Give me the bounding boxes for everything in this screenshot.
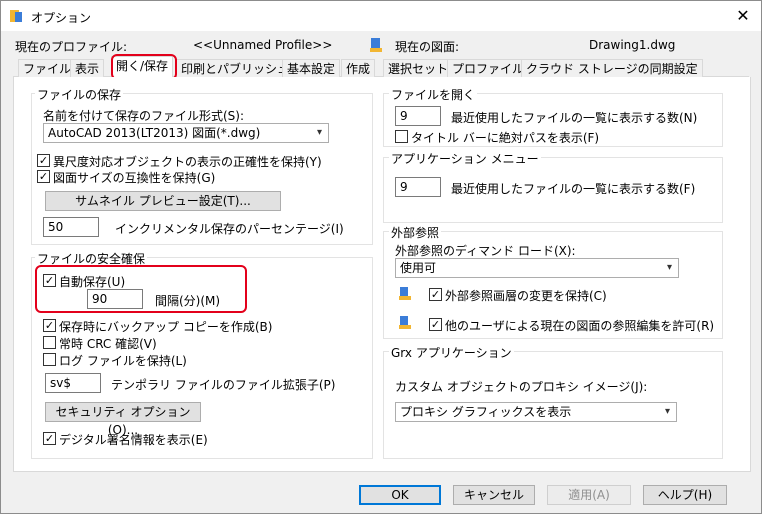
annotative-label: 異尺度対応オブジェクトの表示の正確性を保持(Y): [53, 155, 322, 169]
grx-title: Grx アプリケーション: [389, 344, 514, 361]
xref-layer-checkbox[interactable]: ✓: [429, 288, 442, 301]
tab-plot-publish[interactable]: 印刷とパブリッシュ: [176, 59, 295, 78]
drawing-label: 現在の図面:: [395, 40, 460, 54]
size-compat-checkbox[interactable]: ✓: [37, 170, 50, 183]
full-path-checkbox[interactable]: [395, 130, 408, 143]
profile-value: <<Unnamed Profile>>: [193, 38, 333, 52]
autosave-checkbox[interactable]: ✓: [43, 274, 56, 287]
full-path-label: タイトル バーに絶対パスを表示(F): [411, 131, 600, 145]
chevron-down-icon: ▾: [664, 406, 670, 417]
backup-label: 保存時にバックアップ コピーを作成(B): [59, 320, 273, 334]
drawing-value: Drawing1.dwg: [589, 38, 676, 52]
temp-extension-label: テンポラリ ファイルのファイル拡張子(P): [111, 378, 336, 392]
log-file-checkbox[interactable]: [43, 353, 56, 366]
save-format-select[interactable]: AutoCAD 2013(LT2013) 図面(*.dwg) ▾: [43, 123, 329, 143]
xref-demand-value: 使用可: [400, 261, 437, 275]
xref-layer-label: 外部参照画層の変更を保持(C): [445, 289, 607, 303]
autosave-interval-label: 間隔(分)(M): [155, 294, 221, 308]
chevron-down-icon: ▾: [666, 262, 672, 273]
recent-files-label: 最近使用したファイルの一覧に表示する数(N): [451, 111, 698, 125]
profile-label: 現在のプロファイル:: [15, 40, 128, 54]
digital-signature-label: デジタル署名情報を表示(E): [59, 433, 208, 447]
thumbnail-settings-button[interactable]: サムネイル プレビュー設定(T)...: [45, 191, 281, 211]
app-menu-recent-input[interactable]: 9: [395, 177, 441, 197]
xref-demand-label: 外部参照のディマンド ロード(X):: [395, 244, 576, 258]
crc-label: 常時 CRC 確認(V): [59, 337, 157, 351]
ok-button[interactable]: OK: [359, 485, 441, 505]
xref-edit-checkbox[interactable]: ✓: [429, 318, 442, 331]
chevron-down-icon: ▾: [316, 127, 322, 138]
help-button[interactable]: ヘルプ(H): [643, 485, 727, 505]
xref-demand-select[interactable]: 使用可 ▾: [395, 258, 679, 278]
autosave-interval-input[interactable]: 90: [87, 289, 143, 309]
proxy-image-select[interactable]: プロキシ グラフィックスを表示 ▾: [395, 402, 677, 422]
tab-selection[interactable]: 選択セット: [383, 59, 454, 78]
cancel-button[interactable]: キャンセル: [453, 485, 535, 505]
title-bar: オプション ✕: [1, 1, 761, 31]
xref-edit-label: 他のユーザによる現在の図面の参照編集を許可(R): [445, 319, 715, 333]
save-format-label: 名前を付けて保存のファイル形式(S):: [43, 109, 245, 123]
temp-extension-input[interactable]: sv$: [45, 373, 101, 393]
window-title: オプション: [31, 11, 92, 25]
autosave-label: 自動保存(U): [59, 275, 126, 289]
xref-title: 外部参照: [389, 224, 442, 241]
security-options-button[interactable]: セキュリティ オプション(O)...: [45, 402, 201, 437]
crc-checkbox[interactable]: [43, 336, 56, 349]
drawing-icon: [370, 38, 382, 52]
app-icon: [10, 10, 22, 22]
digital-signature-checkbox[interactable]: ✓: [43, 432, 56, 445]
backup-checkbox[interactable]: ✓: [43, 319, 56, 332]
app-menu-title: アプリケーション メニュー: [389, 150, 541, 167]
log-file-label: ログ ファイルを保持(L): [59, 354, 187, 368]
file-save-title: ファイルの保存: [35, 86, 124, 103]
incremental-save-input[interactable]: 50: [43, 217, 99, 237]
size-compat-label: 図面サイズの互換性を保持(G): [53, 171, 216, 185]
tab-files[interactable]: ファイル: [18, 59, 77, 78]
incremental-save-label: インクリメンタル保存のパーセンテージ(I): [115, 222, 344, 236]
drawing-setting-icon: [399, 287, 411, 300]
close-icon[interactable]: ✕: [729, 5, 757, 27]
tab-display[interactable]: 表示: [70, 59, 105, 78]
recent-files-input[interactable]: 9: [395, 106, 441, 126]
proxy-image-value: プロキシ グラフィックスを表示: [400, 405, 572, 419]
tab-cloud-sync[interactable]: クラウド ストレージの同期設定: [521, 59, 703, 78]
drawing-setting-icon: [399, 316, 411, 329]
tab-system[interactable]: 基本設定: [282, 59, 341, 78]
save-format-value: AutoCAD 2013(LT2013) 図面(*.dwg): [48, 126, 261, 140]
options-dialog: オプション ✕ 現在のプロファイル: <<Unnamed Profile>> 現…: [0, 0, 762, 514]
apply-button[interactable]: 適用(A): [547, 485, 631, 505]
tab-drafting[interactable]: 作成: [341, 59, 376, 78]
tab-profiles[interactable]: プロファイル: [447, 59, 530, 78]
app-menu-recent-label: 最近使用したファイルの一覧に表示する数(F): [451, 182, 696, 196]
proxy-image-label: カスタム オブジェクトのプロキシ イメージ(J):: [395, 380, 648, 394]
file-open-title: ファイルを開く: [389, 86, 478, 103]
annotative-checkbox[interactable]: ✓: [37, 154, 50, 167]
